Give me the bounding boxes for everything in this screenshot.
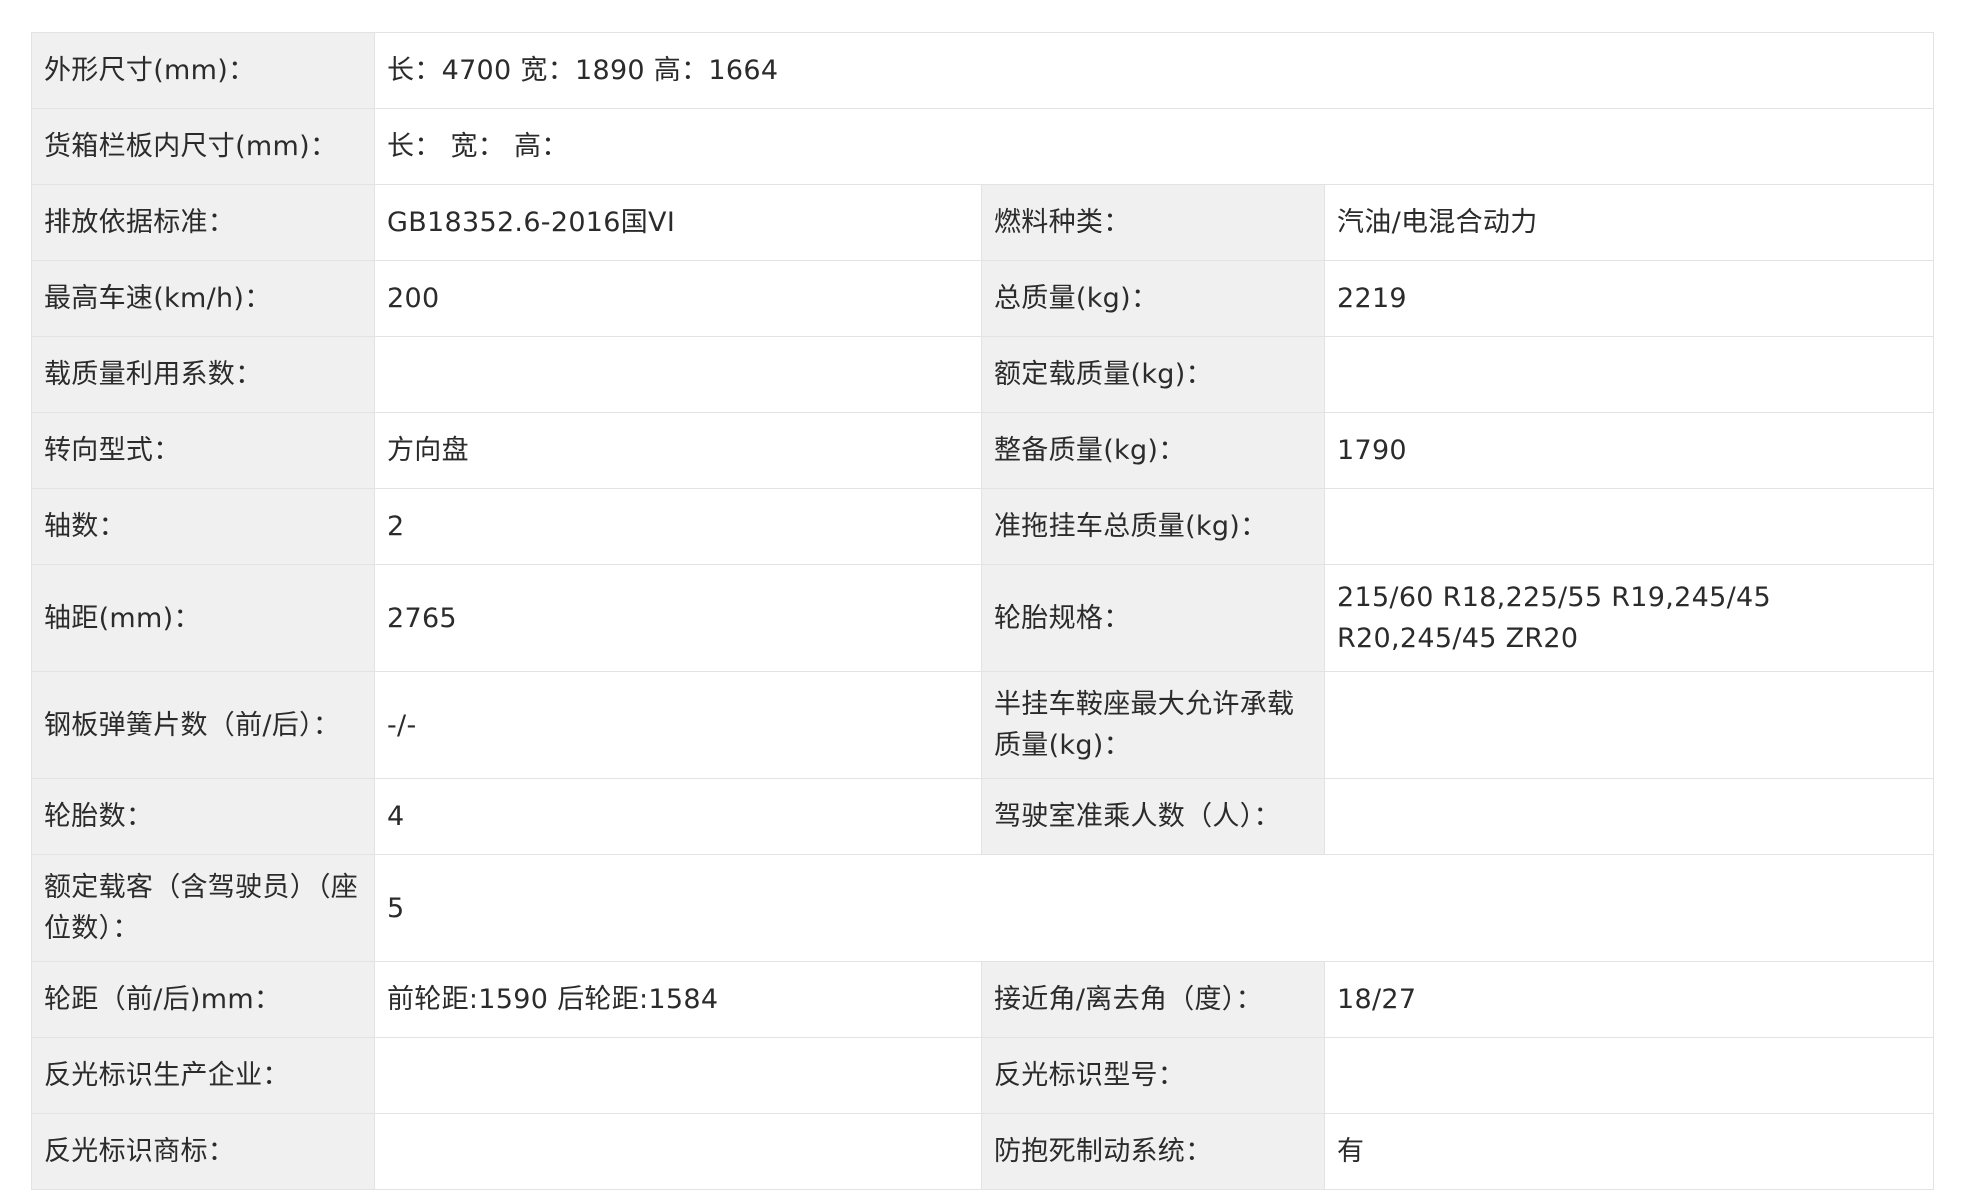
spec-label: 最高车速(km/h)：: [31, 260, 375, 337]
spec-label: 钢板弹簧片数（前/后）：: [31, 671, 375, 779]
spec-label: 载质量利用系数：: [31, 336, 375, 413]
vehicle-spec-table: 外形尺寸(mm)： 长：4700 宽：1890 高：1664 货箱栏板内尺寸(mm)…: [31, 32, 1935, 1190]
spec-value: [1323, 488, 1935, 565]
spec-label: 总质量(kg)：: [981, 260, 1325, 337]
spec-value: 长： 宽： 高：: [373, 108, 1935, 185]
spec-label: 排放依据标准：: [31, 184, 375, 261]
spec-row: 额定载客（含驾驶员）（座位数）： 5: [31, 854, 1935, 962]
spec-label: 准拖挂车总质量(kg)：: [981, 488, 1325, 565]
spec-label: 驾驶室准乘人数（人）：: [981, 778, 1325, 855]
spec-value: 18/27: [1323, 961, 1935, 1038]
spec-value: 5: [373, 854, 1935, 962]
spec-table-body: 外形尺寸(mm)： 长：4700 宽：1890 高：1664 货箱栏板内尺寸(mm)…: [31, 32, 1935, 1190]
spec-row: 排放依据标准： GB18352.6-2016国VI 燃料种类： 汽油/电混合动力: [31, 184, 1935, 261]
spec-value: 2: [374, 488, 982, 565]
spec-row: 反光标识商标： 防抱死制动系统：有: [31, 1113, 1935, 1190]
spec-row: 最高车速(km/h)： 200 总质量(kg)： 2219: [31, 260, 1935, 337]
spec-label: 轴距(mm)：: [31, 564, 375, 672]
spec-label: 轮胎规格：: [981, 564, 1325, 672]
spec-value: 汽油/电混合动力: [1323, 184, 1935, 261]
spec-value: 长：4700 宽：1890 高：1664: [373, 32, 1935, 109]
spec-label: 半挂车鞍座最大允许承载质量(kg)：: [981, 671, 1325, 779]
spec-value: 2219: [1323, 260, 1935, 337]
spec-label: 转向型式：: [31, 412, 375, 489]
spec-value: [374, 1113, 982, 1190]
spec-value: 200: [374, 260, 982, 337]
spec-row: 轴数： 2 准拖挂车总质量(kg)：: [31, 488, 1935, 565]
spec-value: GB18352.6-2016国VI: [374, 184, 982, 261]
spec-row: 货箱栏板内尺寸(mm)： 长： 宽： 高：: [31, 108, 1935, 185]
spec-label: 轮距（前/后)mm：: [31, 961, 375, 1038]
spec-value: 4: [374, 778, 982, 855]
spec-value: 2765: [374, 564, 982, 672]
spec-label: 燃料种类：: [981, 184, 1325, 261]
spec-value: -/-: [374, 671, 982, 779]
spec-label: 额定载质量(kg)：: [981, 336, 1325, 413]
spec-value: [1323, 671, 1935, 779]
spec-label: 货箱栏板内尺寸(mm)：: [31, 108, 375, 185]
spec-value: 有: [1323, 1113, 1935, 1190]
spec-row: 外形尺寸(mm)： 长：4700 宽：1890 高：1664: [31, 32, 1935, 109]
spec-label: 接近角/离去角（度）：: [981, 961, 1325, 1038]
spec-label: 反光标识商标：: [31, 1113, 375, 1190]
spec-value: [1323, 778, 1935, 855]
spec-value: 方向盘: [374, 412, 982, 489]
spec-row: 转向型式： 方向盘 整备质量(kg)： 1790: [31, 412, 1935, 489]
spec-label: 额定载客（含驾驶员）（座位数）：: [31, 854, 375, 962]
spec-value: 215/60 R18,225/55 R19,245/45 R20,245/45 …: [1323, 564, 1935, 672]
spec-label: 反光标识生产企业：: [31, 1037, 375, 1114]
spec-label: 整备质量(kg)：: [981, 412, 1325, 489]
spec-value: 前轮距:1590 后轮距:1584: [374, 961, 982, 1038]
spec-value: [374, 336, 982, 413]
spec-value: [1323, 336, 1935, 413]
spec-row: 载质量利用系数： 额定载质量(kg)：: [31, 336, 1935, 413]
spec-row: 轮胎数： 4 驾驶室准乘人数（人）：: [31, 778, 1935, 855]
spec-value: [374, 1037, 982, 1114]
spec-value: [1323, 1037, 1935, 1114]
spec-label: 轮胎数：: [31, 778, 375, 855]
spec-label: 反光标识型号：: [981, 1037, 1325, 1114]
spec-label: 外形尺寸(mm)：: [31, 32, 375, 109]
spec-row: 轴距(mm)： 2765 轮胎规格： 215/60 R18,225/55 R19,24…: [31, 564, 1935, 672]
spec-label: 轴数：: [31, 488, 375, 565]
spec-row: 钢板弹簧片数（前/后）： -/- 半挂车鞍座最大允许承载质量(kg)：: [31, 671, 1935, 779]
spec-row: 反光标识生产企业： 反光标识型号：: [31, 1037, 1935, 1114]
spec-row: 轮距（前/后)mm： 前轮距:1590 后轮距:1584 接近角/离去角（度）： 18…: [31, 961, 1935, 1038]
spec-value: 1790: [1323, 412, 1935, 489]
spec-label: 防抱死制动系统：: [981, 1113, 1325, 1190]
